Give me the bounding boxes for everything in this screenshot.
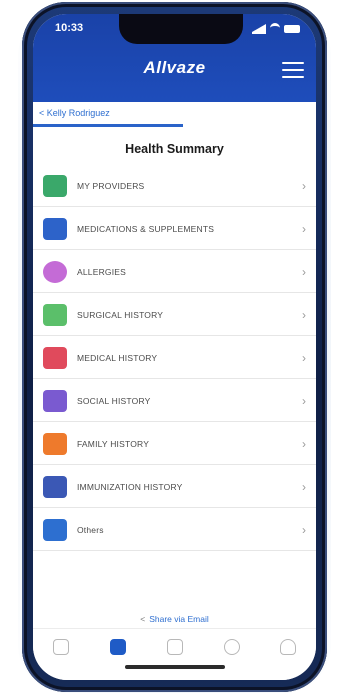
list-item-medications[interactable]: MEDICATIONS & SUPPLEMENTS › bbox=[33, 209, 316, 250]
home-indicator[interactable] bbox=[125, 665, 225, 669]
providers-icon bbox=[43, 175, 67, 197]
tab-profile[interactable] bbox=[260, 639, 316, 673]
chevron-right-icon: › bbox=[302, 308, 306, 322]
list-item-allergies[interactable]: ALLERGIES › bbox=[33, 252, 316, 293]
list-item-label: SOCIAL HISTORY bbox=[77, 396, 151, 406]
list-item-social-history[interactable]: SOCIAL HISTORY › bbox=[33, 381, 316, 422]
list-item-label: IMMUNIZATION HISTORY bbox=[77, 482, 183, 492]
app-screen: 10:33 Allvaze < Kelly Rodriguez Health S… bbox=[33, 14, 316, 680]
list-item-label: SURGICAL HISTORY bbox=[77, 310, 164, 320]
status-icons bbox=[252, 23, 300, 34]
list-item-label: MY PROVIDERS bbox=[77, 181, 145, 191]
list-item-medical-history[interactable]: MEDICAL HISTORY › bbox=[33, 338, 316, 379]
list-item-others[interactable]: Others › bbox=[33, 510, 316, 551]
medications-icon bbox=[43, 218, 67, 240]
share-via-email-link[interactable]: < Share via Email bbox=[33, 614, 316, 624]
status-time: 10:33 bbox=[55, 22, 84, 34]
device-notch bbox=[119, 14, 243, 44]
chevron-right-icon: › bbox=[302, 437, 306, 451]
settings-icon bbox=[224, 639, 240, 655]
list-item-label: MEDICATIONS & SUPPLEMENTS bbox=[77, 224, 215, 234]
chevron-right-icon: › bbox=[302, 179, 306, 193]
list-item-family-history[interactable]: FAMILY HISTORY › bbox=[33, 424, 316, 465]
chevron-right-icon: › bbox=[302, 523, 306, 537]
wifi-icon bbox=[270, 23, 280, 34]
page-title: Health Summary bbox=[125, 142, 224, 156]
chevron-right-icon: › bbox=[302, 351, 306, 365]
hamburger-menu-icon[interactable] bbox=[282, 62, 304, 78]
surgical-icon bbox=[43, 304, 67, 326]
app-header: 10:33 Allvaze bbox=[33, 14, 316, 116]
signal-icon bbox=[252, 23, 266, 34]
allergies-icon bbox=[43, 261, 67, 283]
immunization-icon bbox=[43, 476, 67, 498]
battery-icon bbox=[284, 24, 300, 33]
health-icon bbox=[110, 639, 126, 655]
share-label[interactable]: Share via Email bbox=[149, 614, 209, 624]
bottom-tab-bar bbox=[33, 628, 316, 680]
chevron-right-icon: › bbox=[302, 265, 306, 279]
share-icon: < bbox=[140, 614, 146, 624]
social-icon bbox=[43, 390, 67, 412]
list-item-surgical-history[interactable]: SURGICAL HISTORY › bbox=[33, 295, 316, 336]
chevron-right-icon: › bbox=[302, 222, 306, 236]
breadcrumb-label[interactable]: < Kelly Rodriguez bbox=[39, 108, 110, 118]
tab-phone[interactable] bbox=[33, 639, 89, 673]
list-item-label: ALLERGIES bbox=[77, 267, 127, 277]
app-logo: Allvaze bbox=[143, 58, 206, 77]
family-icon bbox=[43, 433, 67, 455]
chevron-right-icon: › bbox=[302, 394, 306, 408]
breadcrumb-underline bbox=[33, 124, 183, 127]
list-item-my-providers[interactable]: MY PROVIDERS › bbox=[33, 166, 316, 207]
others-icon bbox=[43, 519, 67, 541]
list-item-immunization-history[interactable]: IMMUNIZATION HISTORY › bbox=[33, 467, 316, 508]
chevron-right-icon: › bbox=[302, 480, 306, 494]
medical-icon bbox=[43, 347, 67, 369]
list-item-label: MEDICAL HISTORY bbox=[77, 353, 158, 363]
documents-icon bbox=[167, 639, 183, 655]
profile-icon bbox=[280, 639, 296, 655]
phone-icon bbox=[53, 639, 69, 655]
list-item-label: FAMILY HISTORY bbox=[77, 439, 150, 449]
list-item-label: Others bbox=[77, 525, 104, 535]
